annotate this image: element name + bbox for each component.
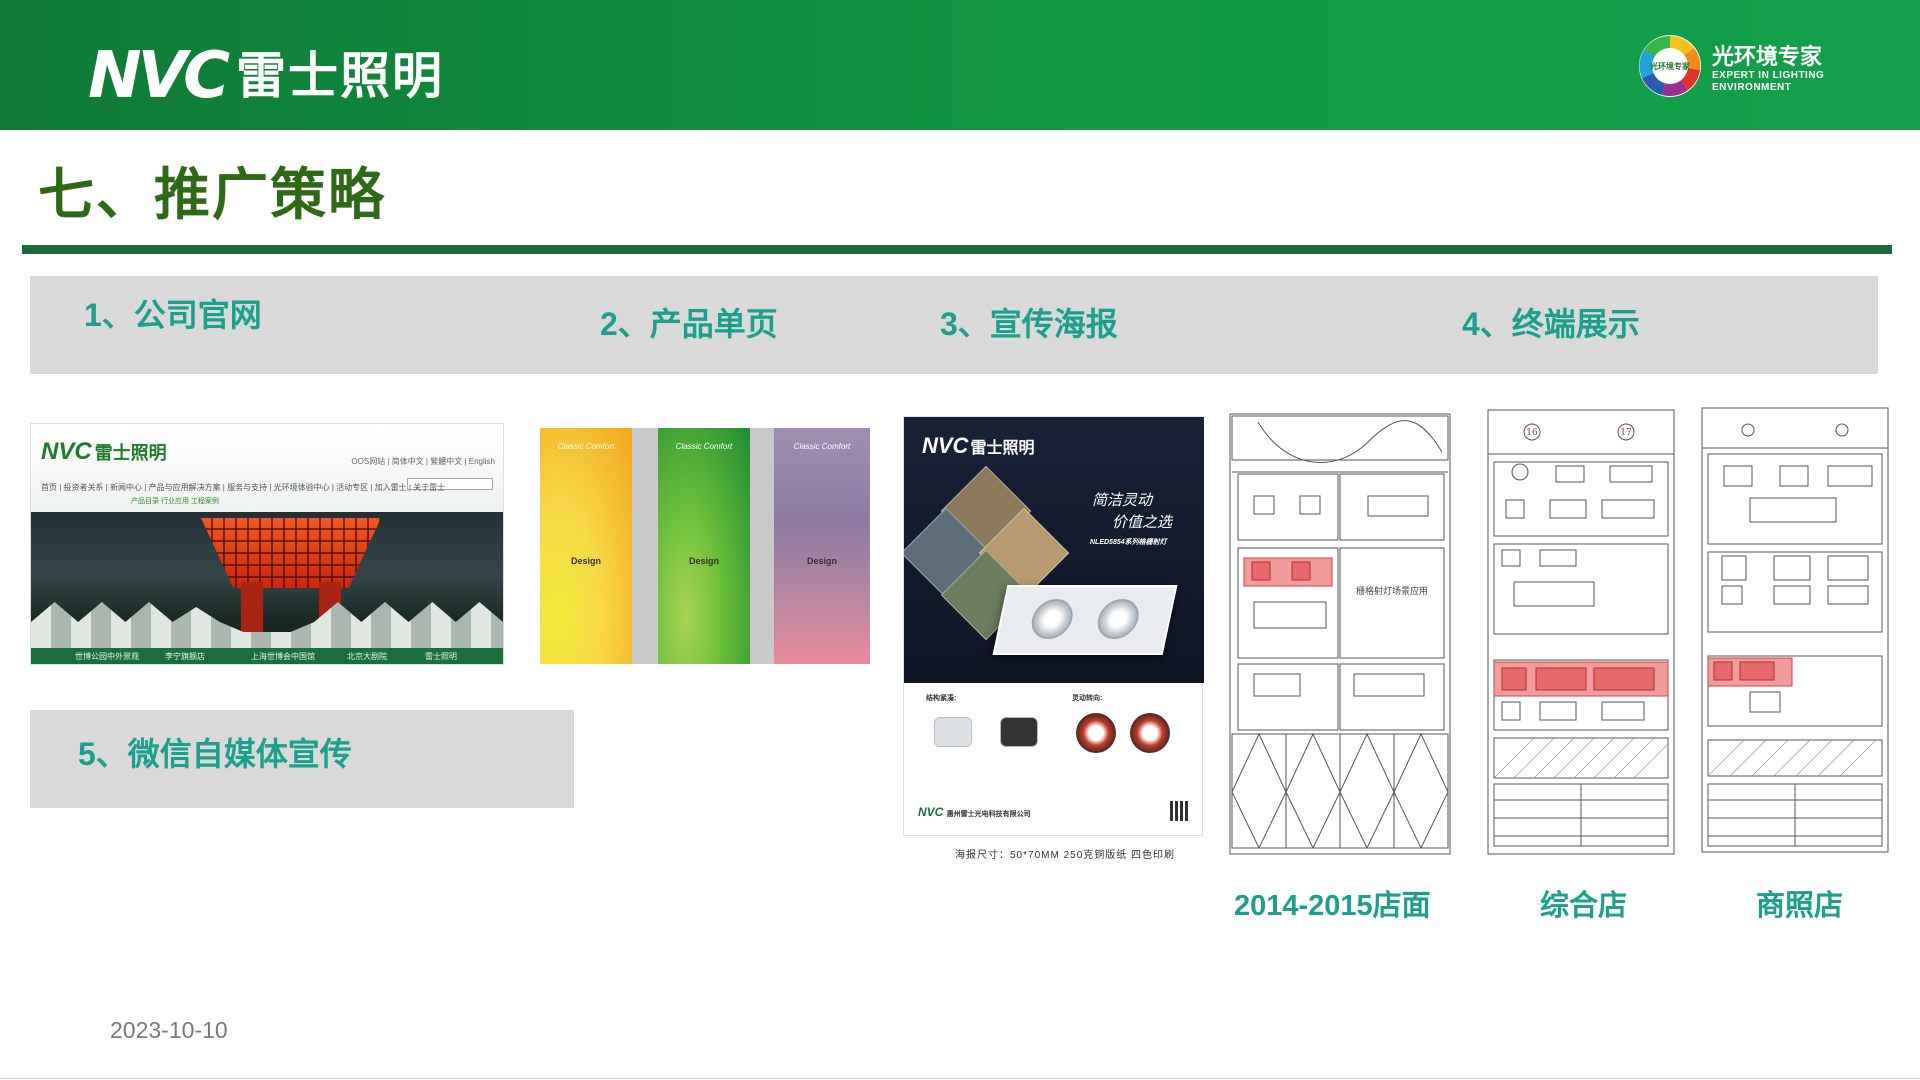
badge-inner-text: 光环境专家 (1649, 61, 1691, 71)
product-page-design: Design (688, 556, 720, 566)
poster-slogan-1: 简洁灵动 (1092, 491, 1153, 509)
website-subnav: 产品目录 行业应用 工程案例 (131, 498, 219, 505)
poster-dark-area: NVC 雷士照明 简洁灵动 价值之选 NLED5854系列格栅射灯 (904, 417, 1204, 683)
website-logo-cn: 雷士照明 (94, 443, 167, 463)
product-page-gap (632, 428, 658, 664)
website-language-links: OOS网站 | 简体中文 | 繁體中文 | English (351, 457, 495, 466)
caption-item: 世博公园中外景观 (75, 652, 139, 661)
store-label-commercial: 商照店 (1756, 890, 1844, 922)
poster-footer-company: NVC 惠州雷士光电科技有限公司 (918, 805, 1031, 819)
nvc-logo: NVC 雷士照明 (88, 44, 444, 108)
section-label-wechat: 5、微信自媒体宣传 (78, 736, 352, 772)
poster-logo-cn: 雷士照明 (970, 440, 1035, 457)
slide-date: 2023-10-10 (110, 1017, 228, 1043)
store-label-general: 综合店 (1540, 890, 1628, 922)
product-page-purple: Classic Comfort Design (774, 428, 870, 664)
product-page-green: Classic Comfort Design (658, 428, 750, 664)
website-logo-mark: NVC (41, 438, 92, 465)
store-label-2014-2015: 2014-2015店面 (1234, 890, 1431, 922)
section-label-poster: 3、宣传海报 (940, 306, 1118, 342)
lamp-head (1027, 599, 1077, 639)
badge-english-line-1: EXPERT IN LIGHTING (1712, 70, 1825, 81)
logo-mark: NVC (88, 39, 230, 113)
logo-chinese: 雷士照明 (236, 48, 445, 104)
poster-thumb (934, 717, 972, 747)
title-divider (22, 245, 1892, 254)
badge-english-line-2: ENVIRONMENT (1712, 82, 1792, 93)
bottom-rule (0, 1078, 1920, 1079)
store-drawing-commercial (1700, 406, 1890, 854)
caption-item: 上海世博会中国馆 (251, 652, 315, 661)
website-banner-photo: 世博公园中外景观 李宁旗舰店 上海世博会中国馆 北京大剧院 雷士照明 (31, 512, 503, 664)
section-label-website: 1、公司官网 (84, 297, 262, 333)
poster-caption: 海报尺寸：50*70MM 250克铜版纸 四色印刷 (955, 850, 1176, 861)
section-label-terminal-display: 4、终端展示 (1462, 306, 1640, 342)
header-bar: NVC 雷士照明 光环境专家 光环境专家 EXPERT IN LIGHTING … (0, 0, 1920, 130)
grille-spotlight-image (992, 585, 1178, 655)
badge-text: 光环境专家 EXPERT IN LIGHTING ENVIRONMENT (1712, 44, 1824, 94)
caption-item: 北京大剧院 (347, 652, 387, 661)
store-drawing-3-svg (1701, 407, 1889, 853)
poster-section-2: 灵动转向: (1072, 695, 1103, 702)
poster-footer-company-name: 惠州雷士光电科技有限公司 (946, 811, 1031, 818)
product-page-yellow: Classic Comfort Design (540, 428, 632, 664)
product-page-tag: Classic Comfort (793, 442, 851, 451)
product-page-tag: Classic Comfort (557, 442, 615, 451)
caption-item: 雷士照明 (425, 652, 457, 661)
badge-chinese: 光环境专家 (1712, 44, 1823, 69)
store-drawing-2014-2015: 栅格射灯场景应用 (1228, 412, 1452, 856)
website-header: NVC 雷士照明 OOS网站 | 简体中文 | 繁體中文 | English 首页… (31, 424, 503, 512)
poster-section-1: 结构紧凑: (926, 695, 957, 702)
drawing-2-circle-16: 16 (1526, 428, 1538, 438)
tents-shape (31, 602, 503, 652)
website-logo: NVC 雷士照明 (41, 438, 167, 466)
lamp-head (1093, 599, 1143, 639)
section-label-product-page: 2、产品单页 (600, 306, 778, 342)
website-nav: 首页 | 投资者关系 | 新闻中心 | 产品与应用解决方案 | 服务与支持 | … (41, 483, 446, 492)
poster-logo-mark: NVC (922, 433, 969, 458)
page-title: 七、推广策略 (38, 163, 386, 226)
promo-poster: NVC 雷士照明 简洁灵动 价值之选 NLED5854系列格栅射灯 结构紧凑: 灵… (903, 416, 1204, 836)
company-website-screenshot: NVC 雷士照明 OOS网站 | 简体中文 | 繁體中文 | English 首页… (30, 423, 504, 665)
poster-slogan-2: 价值之选 (1112, 513, 1173, 531)
product-page-design: Design (570, 556, 602, 566)
poster-model: NLED5854系列格栅射灯 (1090, 539, 1167, 546)
product-page-tag: Classic Comfort (675, 442, 733, 451)
poster-logo: NVC 雷士照明 (922, 433, 1034, 459)
store-drawing-2-svg: 16 17 (1487, 409, 1675, 855)
poster-circle (1130, 713, 1170, 753)
drawing-1-text: 栅格射灯场景应用 (1356, 585, 1428, 597)
store-drawing-general: 16 17 (1486, 408, 1676, 856)
poster-footer-logo-mark: NVC (918, 805, 944, 819)
website-caption-bar: 世博公园中外景观 李宁旗舰店 上海世博会中国馆 北京大剧院 雷士照明 (31, 648, 503, 664)
store-drawing-1-svg: 栅格射灯场景应用 (1229, 413, 1451, 855)
pavilion-grid (201, 518, 381, 588)
poster-qr-code (1170, 801, 1190, 821)
lighting-expert-badge-icon: 光环境专家 (1639, 35, 1701, 97)
poster-circle (1076, 713, 1116, 753)
poster-thumb (1000, 717, 1038, 747)
product-page-design: Design (806, 556, 838, 566)
product-page-gap (750, 428, 774, 664)
drawing-2-circle-17: 17 (1620, 428, 1632, 438)
caption-item: 李宁旗舰店 (165, 652, 205, 661)
